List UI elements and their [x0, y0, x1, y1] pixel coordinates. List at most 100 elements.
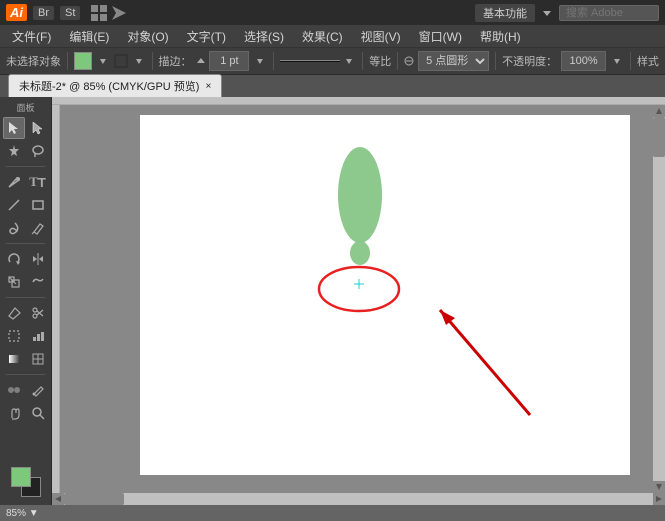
- menu-text[interactable]: 文字(T): [179, 26, 234, 47]
- tool-row-2: [2, 140, 49, 162]
- opacity-input[interactable]: [561, 51, 606, 71]
- menu-view[interactable]: 视图(V): [353, 26, 409, 47]
- tool-row-12: [2, 402, 49, 424]
- scroll-down-button[interactable]: [653, 481, 665, 493]
- tool-divider-2: [6, 243, 45, 244]
- scroll-thumb-v[interactable]: [653, 117, 665, 157]
- line-segment-tool[interactable]: [3, 194, 25, 216]
- style-label: 样式: [637, 53, 659, 69]
- gradient-tool[interactable]: [3, 348, 25, 370]
- zoom-view-tool[interactable]: [27, 402, 49, 424]
- send-icon: [110, 4, 128, 22]
- tab-bar: 未标题-2* @ 85% (CMYK/GPU 预览) ×: [0, 75, 665, 97]
- tool-row-5: [2, 217, 49, 239]
- scroll-track-v: [653, 117, 665, 481]
- foreground-color-swatch[interactable]: [11, 467, 31, 487]
- grid-icon: [90, 4, 108, 22]
- mesh-tool[interactable]: [27, 348, 49, 370]
- blend-tool[interactable]: [3, 379, 25, 401]
- opacity-label: 不透明度：: [502, 53, 557, 69]
- pen-tool[interactable]: [3, 171, 25, 193]
- scroll-right-button[interactable]: [653, 493, 665, 505]
- lasso-tool[interactable]: [27, 140, 49, 162]
- menu-help[interactable]: 帮助(H): [472, 26, 529, 47]
- canvas-area[interactable]: [60, 105, 653, 493]
- status-text: 85% ▼: [6, 508, 39, 519]
- tool-row-11: [2, 379, 49, 401]
- menu-file[interactable]: 文件(F): [4, 26, 59, 47]
- tool-row-4: [2, 194, 49, 216]
- line-style-preview: [280, 60, 340, 62]
- scroll-left-button[interactable]: [52, 493, 64, 505]
- sep6: [495, 52, 496, 70]
- select-tool[interactable]: [3, 117, 25, 139]
- main-area: 面板 T T: [0, 97, 665, 505]
- document-tab[interactable]: 未标题-2* @ 85% (CMYK/GPU 预览) ×: [8, 74, 222, 97]
- pencil-tool[interactable]: [27, 217, 49, 239]
- tab-close-button[interactable]: ×: [205, 81, 211, 92]
- magic-wand-tool[interactable]: [3, 140, 25, 162]
- scrollbar-vertical[interactable]: [653, 105, 665, 493]
- stroke-arrow-icon: [132, 54, 146, 68]
- warp-tool[interactable]: [27, 271, 49, 293]
- rotate-tool[interactable]: [3, 248, 25, 270]
- menu-effect[interactable]: 效果(C): [294, 26, 351, 47]
- red-arrow: [420, 290, 540, 420]
- rect-tool[interactable]: [27, 194, 49, 216]
- search-input[interactable]: [559, 5, 659, 21]
- top-ruler: [52, 97, 665, 105]
- fill-arrow-icon: [96, 54, 110, 68]
- tool-row-6: [2, 248, 49, 270]
- workspace-button[interactable]: 基本功能: [475, 4, 535, 22]
- eyedropper-tool[interactable]: [27, 379, 49, 401]
- artboard-tool[interactable]: [3, 325, 25, 347]
- paintbrush-tool[interactable]: [3, 217, 25, 239]
- title-bar: Ai Br St 基本功能: [0, 0, 665, 25]
- tool-row-10: [2, 348, 49, 370]
- bridge-button[interactable]: Br: [33, 6, 54, 20]
- scrollbar-horizontal[interactable]: [52, 493, 665, 505]
- circle-icon: [404, 56, 414, 66]
- anchor-crosshair: [354, 279, 364, 289]
- status-bar: 85% ▼: [0, 505, 665, 521]
- opacity-arrow-icon: [610, 54, 624, 68]
- panel-label: 面板: [2, 101, 49, 114]
- sep1: [67, 52, 68, 70]
- stroke-color[interactable]: [114, 54, 128, 68]
- fill-color[interactable]: [74, 52, 92, 70]
- stock-button[interactable]: St: [60, 6, 80, 20]
- scroll-up-button[interactable]: [653, 105, 665, 117]
- reflect-tool[interactable]: [27, 248, 49, 270]
- tool-row-1: [2, 117, 49, 139]
- ai-logo: Ai: [6, 4, 27, 21]
- stroke-input[interactable]: [209, 51, 249, 71]
- menu-window[interactable]: 窗口(W): [411, 26, 470, 47]
- toolbar: 未选择对象 描边： 等比 5 点圆形 不透明度： 样式: [0, 47, 665, 75]
- scroll-thumb-h[interactable]: [64, 493, 124, 505]
- type-tool[interactable]: T T: [27, 171, 49, 193]
- sep7: [630, 52, 631, 70]
- tool-divider-4: [6, 374, 45, 375]
- menu-edit[interactable]: 编辑(E): [61, 26, 117, 47]
- graph-tool[interactable]: [27, 325, 49, 347]
- menu-select[interactable]: 选择(S): [236, 26, 292, 47]
- tool-row-7: [2, 271, 49, 293]
- direct-select-tool[interactable]: [27, 117, 49, 139]
- stroke-dropdown-icon[interactable]: [253, 54, 267, 68]
- menu-object[interactable]: 对象(O): [119, 26, 176, 47]
- eraser-tool[interactable]: [3, 302, 25, 324]
- stroke-up-icon[interactable]: [196, 56, 206, 66]
- color-swatches[interactable]: [11, 467, 41, 497]
- shape-dropdown[interactable]: 5 点圆形: [418, 51, 489, 71]
- scale-tool[interactable]: [3, 271, 25, 293]
- hand-tool[interactable]: [3, 402, 25, 424]
- document-canvas: [140, 115, 630, 475]
- tool-row-3: T T: [2, 171, 49, 193]
- canvas-wrapper: [52, 97, 665, 505]
- green-shape: [335, 145, 385, 275]
- no-selection-label: 未选择对象: [6, 53, 61, 69]
- ratio-label: 等比: [369, 53, 391, 69]
- scissors-tool[interactable]: [27, 302, 49, 324]
- line-dropdown-icon[interactable]: [342, 54, 356, 68]
- scroll-track-h: [64, 493, 653, 505]
